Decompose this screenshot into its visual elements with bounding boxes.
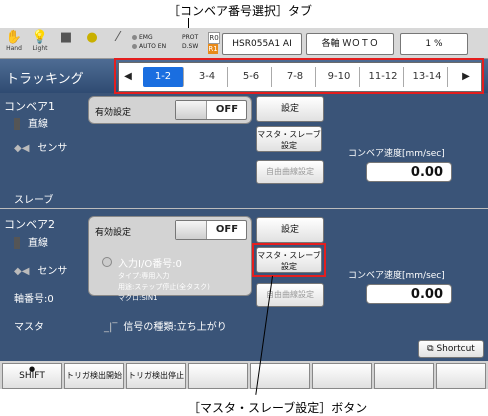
conveyor2-type: 直線 [14,234,48,249]
light-bulb-icon[interactable]: 💡 Light [30,31,50,53]
io-macro: マクロ:SIN1 [118,294,158,302]
fkey-8[interactable] [436,363,486,389]
conveyor2-title: コンベア2 [4,218,55,231]
prot-indicator: PROT [182,34,199,41]
conveyor1-speed-label: コンベア速度[mm/sec] [348,149,445,159]
input-io-number: 入力I/O番号:0 [118,259,182,270]
speed-override[interactable]: 1 % [400,33,468,55]
callout-button-label: ［マスタ・スレーブ設定］ボタン [188,401,368,415]
conveyor2-role: マスタ [14,322,44,333]
conveyor1-sensor: ◆◀ センサ [14,143,68,154]
conveyor1-settings-button[interactable]: 設定 [256,96,324,122]
signal-kind: _|‾ 信号の種類:立ち上がり [104,322,227,333]
shortcut-button[interactable]: ⧉ Shortcut [418,340,484,358]
bulb-icon[interactable]: ● [82,31,102,53]
callout-tab-label: ［コンベア番号選択］タブ [168,4,313,18]
conveyor1-role: スレーブ [14,195,54,206]
enable-label: 有効設定 [95,228,132,238]
ms-button-highlight-box [252,243,326,277]
conveyor1-speed-value: 0.00 [366,162,452,182]
io-type: タイプ:専用入力 [118,272,170,280]
sensor-icon: ◆◀ [14,266,30,277]
section-divider [0,208,488,209]
hand-icon[interactable]: ✋ Hand [4,31,24,53]
fkey-7[interactable] [374,363,434,389]
enable-label: 有効設定 [95,108,132,118]
tab-highlight-box [114,58,484,94]
fkey-shift[interactable]: ● SHIFT [2,363,62,389]
radio-icon[interactable] [102,257,112,267]
conveyor1-enable-toggle[interactable]: OFF [175,100,247,120]
robot-name[interactable]: HSR055A1 AI [222,33,302,55]
function-key-bar: ● SHIFT トリガ検出開始 トリガ検出停止 [0,361,488,389]
emg-indicator: EMG [132,34,153,41]
r0-flag: R0 [208,32,220,44]
edge-icon: _|‾ [104,322,118,333]
wrench-icon[interactable]: ⁄ [108,31,128,53]
fkey-trigger-stop[interactable]: トリガ検出停止 [126,363,186,389]
conveyor-line-icon [14,237,20,249]
conveyor1-curve-button[interactable]: 自由曲線設定 [256,160,324,184]
conveyor1-type: 直線 [14,115,48,130]
conveyor-line-icon [14,118,20,130]
conveyor1-enable-panel: 有効設定 OFF [88,96,252,124]
conveyor2-speed-value: 0.00 [366,284,452,304]
conveyor2-axis-no: 軸番号:0 [14,294,54,305]
conveyor1-master-slave-button[interactable]: マスタ・スレーブ 設定 [256,126,322,152]
sensor-icon: ◆◀ [14,143,30,154]
fkey-4[interactable] [188,363,248,389]
conveyor1-title: コンベア1 [4,100,55,113]
square-icon[interactable]: ■ [56,31,76,53]
conveyor2-sensor: ◆◀ センサ [14,266,68,277]
r1-flag: R1 [208,44,218,54]
conveyor2-settings-button[interactable]: 設定 [256,217,324,243]
status-bar: ✋ Hand 💡 Light ■ ● ⁄ EMG AUTO EN PROT D.SW… [0,28,488,59]
conveyor2-curve-button[interactable]: 自由曲線設定 [256,283,324,307]
io-use: 用途:ステップ停止(全タスク) [118,283,210,291]
fkey-6[interactable] [312,363,372,389]
conveyor2-enable-toggle[interactable]: OFF [175,220,247,240]
dsw-indicator: D.SW [182,43,199,50]
auto-indicator: AUTO EN [132,43,166,50]
page-title: トラッキング [6,72,84,87]
conveyor2-speed-label: コンベア速度[mm/sec] [348,271,445,281]
fkey-trigger-start[interactable]: トリガ検出開始 [64,363,124,389]
axis-mode[interactable]: 各軸 ＷＯＴＯ [306,33,394,55]
